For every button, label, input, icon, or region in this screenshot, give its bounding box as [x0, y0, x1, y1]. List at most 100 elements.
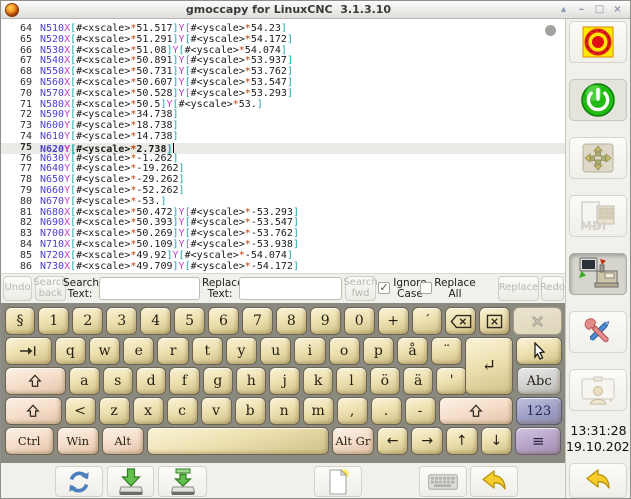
key-3[interactable]: 3 — [106, 307, 137, 335]
key-f[interactable]: f — [169, 367, 199, 395]
estop-button[interactable] — [569, 21, 627, 63]
back-button[interactable] — [470, 466, 518, 497]
key-2[interactable]: 2 — [72, 307, 103, 335]
abc-layout-key[interactable]: Abc — [517, 367, 562, 395]
onscreen-keyboard-button[interactable] — [419, 466, 467, 497]
save-as-file-button[interactable] — [158, 466, 207, 497]
key-period[interactable]: . — [371, 397, 402, 425]
key-k[interactable]: k — [303, 367, 333, 395]
key-l[interactable]: l — [336, 367, 366, 395]
key-i[interactable]: i — [294, 337, 325, 365]
shade-icon[interactable]: ▴ — [558, 3, 569, 17]
key-m[interactable]: m — [303, 397, 334, 425]
arrow-left-key[interactable]: ← — [377, 427, 409, 455]
pointer-key[interactable] — [516, 337, 562, 365]
key-4[interactable]: 4 — [140, 307, 171, 335]
right-shift-key[interactable] — [439, 397, 513, 425]
replace-text-input[interactable] — [239, 277, 342, 300]
key-0[interactable]: 0 — [344, 307, 375, 335]
back-button[interactable] — [569, 463, 627, 498]
auto-mode-button[interactable] — [569, 253, 627, 295]
close-keyboard-key[interactable] — [513, 307, 561, 335]
key-comma[interactable]: , — [337, 397, 368, 425]
key-c[interactable]: c — [167, 397, 198, 425]
search-fwd-button[interactable]: Search fwd — [345, 276, 376, 301]
key-7[interactable]: 7 — [242, 307, 273, 335]
key-t[interactable]: t — [192, 337, 223, 365]
maximize-icon[interactable]: □ — [594, 3, 605, 17]
key-9[interactable]: 9 — [310, 307, 341, 335]
key-ä[interactable]: ä — [403, 367, 433, 395]
ctrl-key[interactable]: Ctrl — [5, 427, 54, 455]
new-file-button[interactable] — [314, 466, 362, 497]
numeric-layout-key[interactable]: 123 — [516, 397, 561, 425]
key-h[interactable]: h — [236, 367, 266, 395]
gmoccapy-window: gmoccapy for LinuxCNC 3.1.3.10 ▴ – □ × 6… — [0, 0, 631, 499]
key-z[interactable]: z — [99, 397, 130, 425]
redo-button[interactable]: Redo — [541, 276, 564, 301]
arrow-right-key[interactable]: → — [411, 427, 443, 455]
tab-key[interactable] — [5, 337, 52, 365]
replace-all-label: Replace All — [433, 278, 477, 300]
undo-button[interactable]: Undo — [3, 276, 32, 301]
mdi-mode-button[interactable]: MDI — [569, 195, 627, 237]
replace-button[interactable]: Replace — [498, 276, 539, 301]
arrow-up-key[interactable]: ↑ — [446, 427, 478, 455]
backspace-key[interactable] — [445, 307, 476, 335]
key-6[interactable]: 6 — [208, 307, 239, 335]
gcode-editor[interactable]: 64N510X[#<xscale>*51.517]Y[#<yscale>*54.… — [1, 19, 565, 273]
alt-key[interactable]: Alt — [102, 427, 144, 455]
space-key[interactable] — [147, 427, 329, 455]
key-b[interactable]: b — [235, 397, 266, 425]
key-n[interactable]: n — [269, 397, 300, 425]
key-apostrophe[interactable]: ' — [436, 367, 466, 395]
key-ö[interactable]: ö — [370, 367, 400, 395]
reload-file-button[interactable] — [55, 466, 103, 497]
replace-all-checkbox[interactable] — [420, 282, 432, 294]
key-o[interactable]: o — [329, 337, 360, 365]
search-back-button[interactable]: Search back — [35, 276, 66, 301]
key-s[interactable]: s — [103, 367, 133, 395]
key-plus[interactable]: + — [378, 307, 409, 335]
left-shift-key[interactable] — [5, 397, 62, 425]
key-5[interactable]: 5 — [174, 307, 205, 335]
scrollbar-thumb[interactable] — [545, 25, 556, 36]
menu-key[interactable]: ≡ — [515, 427, 561, 455]
machine-on-button[interactable] — [569, 79, 627, 121]
key-lessthan[interactable]: < — [65, 397, 96, 425]
win-key[interactable]: Win — [57, 427, 99, 455]
key-section[interactable]: § — [5, 307, 36, 335]
key-y[interactable]: y — [226, 337, 257, 365]
key-diaeresis[interactable]: ¨ — [431, 337, 462, 365]
key-x[interactable]: x — [133, 397, 164, 425]
key-r[interactable]: r — [157, 337, 188, 365]
search-text-input[interactable] — [99, 277, 200, 300]
key-acute[interactable]: ´ — [412, 307, 443, 335]
key-å[interactable]: å — [397, 337, 428, 365]
close-icon[interactable]: × — [612, 3, 623, 17]
settings-button[interactable] — [569, 311, 627, 353]
key-u[interactable]: u — [260, 337, 291, 365]
arrow-down-key[interactable]: ↓ — [481, 427, 513, 455]
key-8[interactable]: 8 — [276, 307, 307, 335]
key-d[interactable]: d — [136, 367, 166, 395]
altgr-key[interactable]: Alt Gr — [332, 427, 374, 455]
key-w[interactable]: w — [89, 337, 120, 365]
key-1[interactable]: 1 — [38, 307, 69, 335]
save-file-button[interactable] — [107, 466, 154, 497]
user-button[interactable] — [569, 369, 627, 411]
enter-key[interactable]: ↵ — [465, 337, 512, 395]
manual-mode-button[interactable] — [569, 137, 627, 179]
key-q[interactable]: q — [55, 337, 86, 365]
ignore-case-checkbox[interactable]: ✓ — [378, 282, 390, 294]
key-j[interactable]: j — [269, 367, 299, 395]
key-e[interactable]: e — [123, 337, 154, 365]
key-p[interactable]: p — [363, 337, 394, 365]
caps-lock-key[interactable] — [5, 367, 67, 395]
minimize-icon[interactable]: – — [576, 3, 587, 17]
key-g[interactable]: g — [203, 367, 233, 395]
key-a[interactable]: a — [69, 367, 99, 395]
delete-key[interactable] — [479, 307, 510, 335]
key-minus[interactable]: - — [405, 397, 436, 425]
key-v[interactable]: v — [201, 397, 232, 425]
